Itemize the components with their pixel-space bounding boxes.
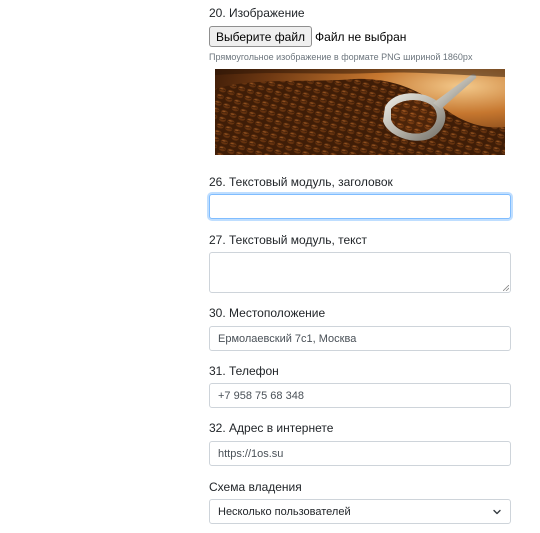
image-label: 20. Изображение [209,6,305,20]
chevron-down-icon [493,509,501,514]
file-status-text: Файл не выбран [315,29,407,44]
website-input[interactable]: https://1os.su [209,441,511,466]
text-module-text-area[interactable] [209,252,511,293]
file-picker: Выберите файл Файл не выбран [209,26,406,47]
text-module-title-label: 26. Текстовый модуль, заголовок [209,175,393,189]
text-module-title-input[interactable] [209,194,511,219]
text-module-text-label: 27. Текстовый модуль, текст [209,233,368,247]
location-input[interactable]: Ермолаевский 7с1, Москва [209,326,511,351]
resize-grip-icon[interactable] [503,285,509,291]
image-hint: Прямоугольное изображение в формате PNG … [209,52,473,62]
website-label: 32. Адрес в интернете [209,421,334,435]
ownership-selected-value: Несколько пользователей [218,505,351,518]
coffee-beans-image [215,69,505,155]
ownership-select[interactable]: Несколько пользователей [209,499,511,524]
phone-input[interactable]: +7 958 75 68 348 [209,383,511,408]
phone-label: 31. Телефон [209,364,279,378]
choose-file-button[interactable]: Выберите файл [209,26,313,47]
location-label: 30. Местоположение [209,306,326,320]
ownership-label: Схема владения [209,480,302,494]
